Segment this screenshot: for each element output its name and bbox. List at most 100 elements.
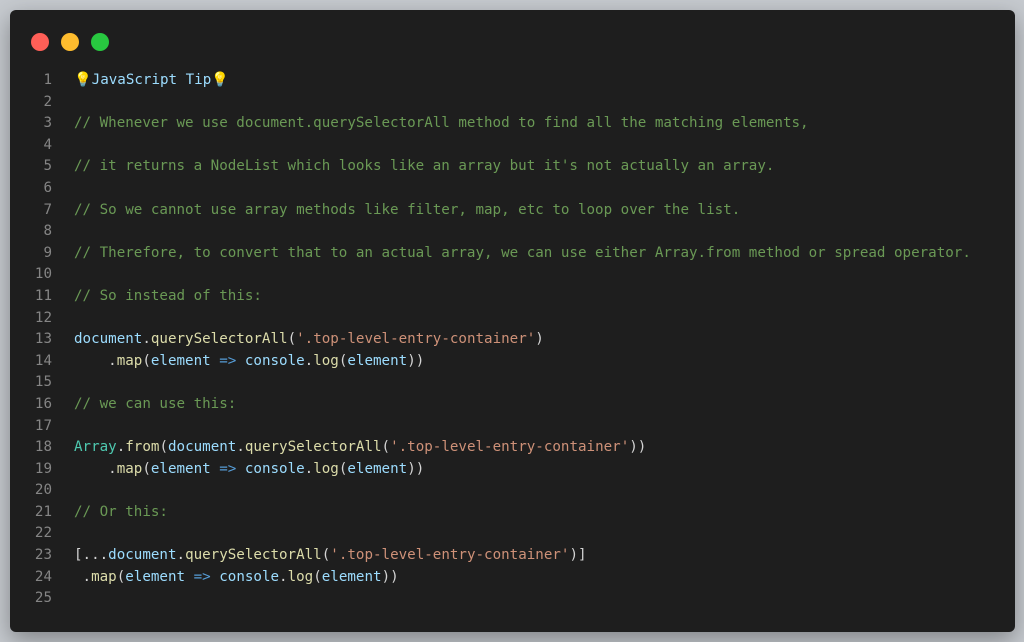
code-token: // So instead of this: bbox=[74, 287, 262, 304]
line-number: 2 bbox=[43, 93, 52, 110]
code-token: console bbox=[244, 352, 305, 369]
line-number: 20 bbox=[34, 482, 52, 499]
code-token: ( bbox=[313, 568, 322, 585]
code-line: 6 bbox=[10, 178, 1015, 200]
code-token: ( bbox=[159, 439, 168, 456]
line-number: 16 bbox=[34, 395, 52, 412]
line-number: 21 bbox=[34, 503, 52, 520]
code-token: . bbox=[279, 568, 288, 585]
minimize-window-button[interactable] bbox=[61, 33, 79, 51]
line-number: 15 bbox=[34, 374, 52, 391]
code-line: 3 // Whenever we use document.querySelect… bbox=[10, 113, 1015, 135]
code-token: element bbox=[347, 352, 408, 369]
code-token: element bbox=[125, 568, 186, 585]
code-token: '.top-level-entry-container' bbox=[330, 547, 570, 564]
lightbulb-icon: 💡 bbox=[211, 72, 229, 88]
code-line: 22 bbox=[10, 523, 1015, 545]
code-line: 2 bbox=[10, 92, 1015, 114]
line-number: 4 bbox=[43, 136, 52, 153]
code-token: '.top-level-entry-container' bbox=[390, 439, 630, 456]
line-number: 23 bbox=[34, 547, 52, 564]
line-content: // we can use this: bbox=[74, 394, 236, 416]
code-token: // it returns a NodeList which looks lik… bbox=[74, 158, 775, 175]
code-token: ( bbox=[142, 352, 151, 369]
line-content: // So we cannot use array methods like f… bbox=[74, 200, 740, 222]
line-number: 11 bbox=[34, 287, 52, 304]
close-window-button[interactable] bbox=[31, 33, 49, 51]
code-token: map bbox=[91, 568, 117, 585]
code-token: => bbox=[193, 568, 211, 585]
code-token: element bbox=[150, 460, 211, 477]
code-token: [... bbox=[74, 547, 109, 564]
lightbulb-icon: 💡 bbox=[74, 72, 92, 88]
code-token: map bbox=[116, 352, 143, 369]
line-content: .map(element => console.log(element)) bbox=[74, 351, 424, 373]
code-token: log bbox=[313, 352, 339, 369]
line-number: 7 bbox=[43, 201, 52, 218]
line-content: // Or this: bbox=[74, 502, 168, 524]
code-token: from bbox=[125, 439, 160, 456]
line-content: // Therefore, to convert that to an actu… bbox=[74, 243, 971, 265]
line-number: 5 bbox=[43, 158, 52, 175]
code-token: // So we cannot use array methods like f… bbox=[74, 201, 741, 218]
code-token: ( bbox=[321, 547, 331, 564]
code-token: '.top-level-entry-container' bbox=[296, 331, 536, 348]
code-token: element bbox=[321, 568, 382, 585]
line-content: // Whenever we use document.querySelecto… bbox=[74, 113, 809, 135]
code-token: )) bbox=[629, 439, 647, 456]
line-number: 13 bbox=[34, 331, 52, 348]
title-bar bbox=[10, 10, 1015, 72]
line-number: 9 bbox=[43, 244, 52, 261]
code-line: 8 bbox=[10, 221, 1015, 243]
line-number: 22 bbox=[34, 525, 52, 542]
line-number: 12 bbox=[34, 309, 52, 326]
line-number: 24 bbox=[34, 568, 52, 585]
line-number: 18 bbox=[34, 439, 52, 456]
code-editor: 1 💡JavaScript Tip💡 2 3// Whenever we use do… bbox=[10, 70, 1015, 610]
line-number: 1 bbox=[43, 72, 52, 88]
line-content: // it returns a NodeList which looks lik… bbox=[74, 156, 774, 178]
code-token: element bbox=[347, 460, 408, 477]
code-token: => bbox=[219, 460, 237, 477]
line-content: 💡JavaScript Tip💡 bbox=[74, 70, 229, 92]
code-token: document bbox=[108, 547, 177, 564]
line-number: 17 bbox=[34, 417, 52, 434]
code-line: 21 // Or this: bbox=[10, 502, 1015, 524]
code-token: element bbox=[150, 352, 211, 369]
code-token: // we can use this: bbox=[74, 395, 237, 412]
code-line: 7 // So we cannot use array methods like … bbox=[10, 200, 1015, 222]
line-number: 19 bbox=[34, 460, 52, 477]
code-token: )) bbox=[407, 352, 425, 369]
maximize-window-button[interactable] bbox=[91, 33, 109, 51]
code-line: 14 .map(element => console.log(element)) bbox=[10, 351, 1015, 373]
line-number: 3 bbox=[43, 115, 52, 132]
code-token: log bbox=[287, 568, 314, 585]
code-token: . bbox=[74, 460, 117, 477]
code-token: // Therefore, to convert that to an actu… bbox=[74, 244, 971, 261]
code-line: 1 💡JavaScript Tip💡 bbox=[10, 70, 1015, 92]
code-token: . bbox=[74, 352, 117, 369]
code-token: . bbox=[304, 460, 314, 477]
code-line: 25 bbox=[10, 588, 1015, 610]
code-token: => bbox=[219, 352, 237, 369]
code-line: 23 [...document.querySelectorAll('.top-le… bbox=[10, 545, 1015, 567]
code-token: // Whenever we use document.querySelecto… bbox=[74, 115, 809, 132]
code-token: // Or this: bbox=[74, 503, 168, 520]
code-token: JavaScript Tip bbox=[91, 72, 212, 88]
code-token: . bbox=[304, 352, 314, 369]
code-line: 9 // Therefore, to convert that to an act… bbox=[10, 243, 1015, 265]
code-token: )] bbox=[569, 547, 587, 564]
code-token: console bbox=[219, 568, 280, 585]
code-line: 20 bbox=[10, 480, 1015, 502]
line-content: // So instead of this: bbox=[74, 286, 262, 308]
code-token: console bbox=[244, 460, 305, 477]
code-token: ( bbox=[287, 331, 297, 348]
line-content: [...document.querySelectorAll('.top-leve… bbox=[74, 545, 587, 567]
code-token: )) bbox=[407, 460, 425, 477]
code-line: 13 document.querySelectorAll('.top-level-… bbox=[10, 329, 1015, 351]
line-content: Array.from(document.querySelectorAll('.t… bbox=[74, 437, 646, 459]
